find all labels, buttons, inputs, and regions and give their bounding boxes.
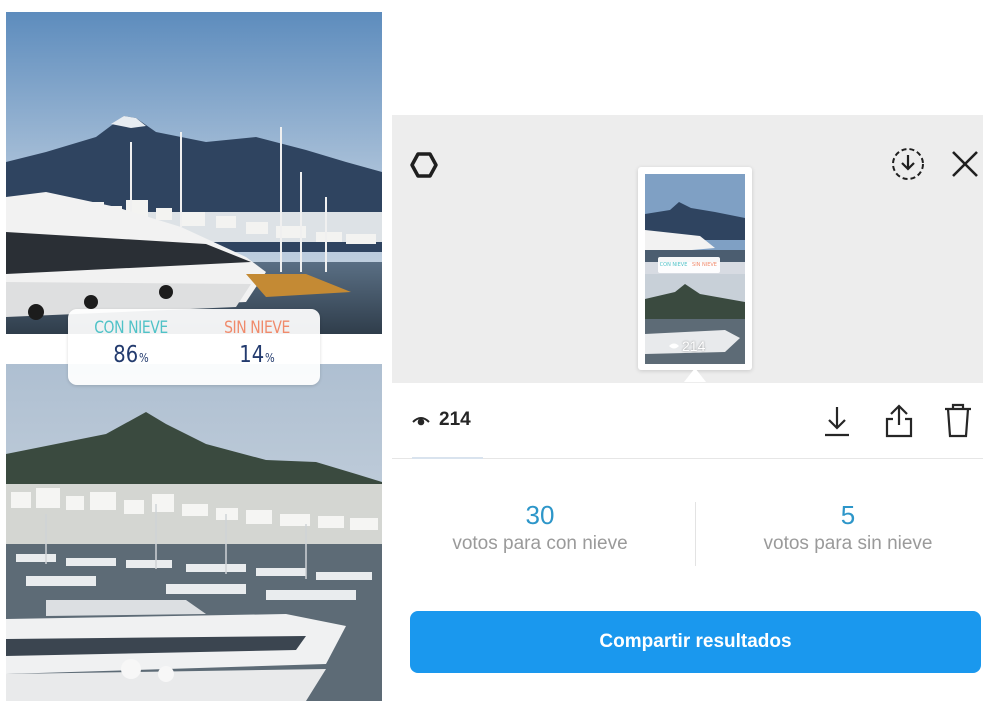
results-divider bbox=[695, 502, 696, 566]
thumbnail-pointer bbox=[684, 368, 706, 382]
eye-icon bbox=[669, 343, 679, 349]
story-photo-top bbox=[6, 12, 382, 334]
poll-option-percent: 14% bbox=[239, 342, 275, 368]
thumbnail-poll: CON NIEVE SIN NIEVE bbox=[658, 257, 720, 273]
share-button[interactable] bbox=[879, 401, 919, 441]
settings-button[interactable] bbox=[404, 145, 444, 185]
delete-button[interactable] bbox=[938, 401, 978, 441]
viewers-tab[interactable]: 214 bbox=[412, 409, 471, 431]
result-label: votos para con nieve bbox=[452, 533, 628, 554]
active-tab-indicator bbox=[412, 457, 483, 459]
viewers-count: 214 bbox=[439, 409, 471, 430]
result-count: 5 bbox=[840, 500, 856, 530]
poll-results: 30 votos para con nieve 5 votos para sin… bbox=[392, 500, 983, 570]
save-story-button[interactable] bbox=[888, 144, 928, 184]
story-thumbnail[interactable]: CON NIEVE SIN NIEVE 214 bbox=[638, 167, 752, 370]
trash-icon bbox=[945, 403, 971, 438]
poll-option-label: CON NIEVE bbox=[94, 318, 168, 338]
poll-option-percent: 86% bbox=[113, 342, 149, 368]
poll-sticker[interactable]: CON NIEVE 86% SIN NIEVE 14% bbox=[68, 309, 320, 385]
result-sin-nieve[interactable]: 5 votos para sin nieve bbox=[702, 500, 983, 555]
download-button[interactable] bbox=[817, 401, 857, 441]
result-count: 30 bbox=[525, 500, 555, 530]
story-photo-bottom bbox=[6, 364, 382, 701]
close-icon bbox=[952, 151, 978, 177]
share-icon bbox=[885, 404, 913, 438]
poll-option-con-nieve[interactable]: CON NIEVE 86% bbox=[68, 309, 194, 385]
gear-icon bbox=[410, 152, 438, 178]
share-results-button[interactable]: Compartir resultados bbox=[410, 611, 981, 673]
download-icon bbox=[825, 407, 849, 437]
story-preview: CON NIEVE 86% SIN NIEVE 14% bbox=[6, 12, 382, 701]
story-insights-panel: CON NIEVE SIN NIEVE 214 214 30 votos par… bbox=[392, 115, 983, 701]
result-label: votos para sin nieve bbox=[763, 533, 933, 554]
poll-option-sin-nieve[interactable]: SIN NIEVE 14% bbox=[194, 309, 320, 385]
insights-toolbar: 214 bbox=[392, 383, 983, 459]
result-con-nieve[interactable]: 30 votos para con nieve bbox=[394, 500, 686, 555]
close-button[interactable] bbox=[945, 144, 983, 184]
panel-header: CON NIEVE SIN NIEVE 214 bbox=[392, 115, 983, 383]
eye-icon bbox=[412, 417, 430, 426]
thumbnail-view-count: 214 bbox=[668, 338, 705, 354]
save-circle-download-icon bbox=[892, 148, 924, 180]
poll-option-label: SIN NIEVE bbox=[224, 318, 290, 338]
